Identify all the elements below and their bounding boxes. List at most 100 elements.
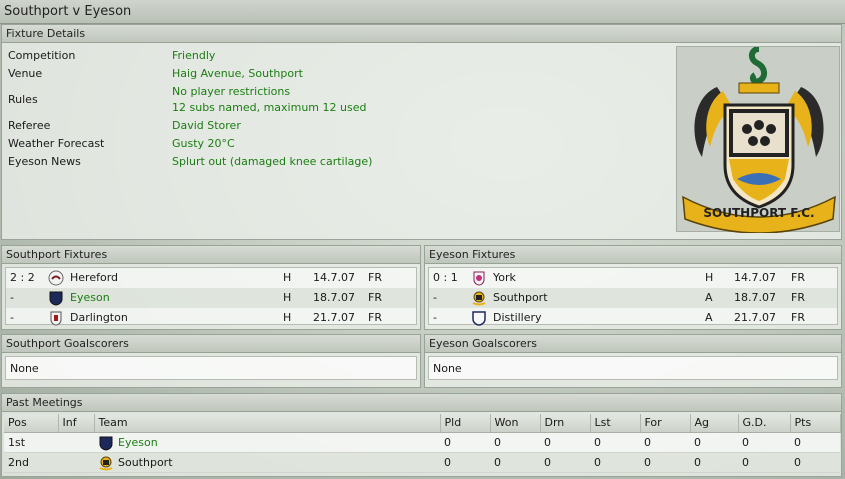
column-header-won[interactable]: Won: [490, 414, 541, 433]
fixture-team[interactable]: Hereford: [70, 271, 118, 284]
cell-team[interactable]: Eyeson: [94, 432, 440, 453]
southport-crest: SOUTHPORT F.C.: [676, 46, 840, 234]
eyeson-badge-icon: [99, 436, 113, 451]
distillery-badge-icon: [472, 311, 486, 326]
fixture-competition: FR: [368, 311, 382, 324]
column-header-inf[interactable]: Inf: [58, 414, 95, 433]
fixture-competition: FR: [368, 291, 382, 304]
column-header-for[interactable]: For: [640, 414, 691, 433]
column-header-pts[interactable]: Pts: [790, 414, 841, 433]
weather-value: Gusty 20°C: [172, 137, 235, 150]
york-badge-icon: [473, 271, 485, 286]
fixture-team[interactable]: Southport: [493, 291, 548, 304]
team-name[interactable]: Southport: [118, 456, 173, 469]
fixture-date: 18.7.07: [313, 291, 355, 304]
column-header-drn[interactable]: Drn: [540, 414, 591, 433]
list-item[interactable]: 0 : 1 York H 14.7.07 FR: [429, 268, 837, 288]
venue-value[interactable]: Haig Avenue, Southport: [172, 67, 303, 80]
southport-fixtures-header: Southport Fixtures: [2, 246, 420, 264]
list-item[interactable]: - Darlington H 21.7.07 FR: [6, 308, 416, 328]
cell-ag: 0: [690, 432, 738, 453]
fixture-competition: FR: [791, 271, 805, 284]
darlington-badge-icon: [50, 311, 62, 326]
fixture-score: -: [10, 291, 14, 304]
cell-drn: 0: [540, 432, 590, 453]
southport-fixtures-list: 2 : 2 Hereford H 14.7.07 FR - Eyeson H 1…: [5, 267, 417, 328]
cell-ag: 0: [690, 452, 738, 473]
column-header-gd[interactable]: G.D.: [738, 414, 791, 433]
cell-pos: 1st: [4, 432, 58, 453]
venue-label: Venue: [8, 67, 43, 80]
past-meetings-header: Past Meetings: [2, 394, 841, 412]
cell-drn: 0: [540, 452, 590, 473]
fixture-date: 14.7.07: [313, 271, 355, 284]
cell-gd: 0: [738, 432, 790, 453]
column-header-ag[interactable]: Ag: [690, 414, 739, 433]
southport-goalscorers-header: Southport Goalscorers: [2, 335, 420, 353]
fixture-score: 0 : 1: [433, 271, 458, 284]
competition-value[interactable]: Friendly: [172, 49, 215, 62]
cell-gd: 0: [738, 452, 790, 473]
fixture-team[interactable]: Darlington: [70, 311, 128, 324]
crest-ribbon-text: SOUTHPORT F.C.: [703, 206, 814, 220]
column-header-lst[interactable]: Lst: [590, 414, 641, 433]
cell-won: 0: [490, 432, 540, 453]
southport-goalscorers-panel: Southport Goalscorers None: [1, 334, 421, 388]
fixture-date: 21.7.07: [313, 311, 355, 324]
cell-pts: 0: [790, 432, 840, 453]
list-item[interactable]: - Southport A 18.7.07 FR: [429, 288, 837, 308]
fixture-competition: FR: [368, 271, 382, 284]
cell-lst: 0: [590, 432, 640, 453]
table-row[interactable]: 1st Eyeson 0 0 0 0 0 0 0 0: [4, 432, 840, 453]
column-header-pos[interactable]: Pos: [4, 414, 59, 433]
cell-inf: [58, 452, 94, 473]
fixture-venue: A: [705, 291, 713, 304]
column-header-pld[interactable]: Pld: [440, 414, 491, 433]
fixture-score: -: [10, 311, 14, 324]
column-header-team[interactable]: Team: [94, 414, 441, 433]
eyeson-goalscorers-header: Eyeson Goalscorers: [425, 335, 841, 353]
fixture-team[interactable]: York: [493, 271, 516, 284]
cell-pts: 0: [790, 452, 840, 473]
cell-inf: [58, 432, 94, 453]
fixture-team[interactable]: Distillery: [493, 311, 542, 324]
list-item[interactable]: - Distillery A 21.7.07 FR: [429, 308, 837, 328]
list-item[interactable]: 2 : 2 Hereford H 14.7.07 FR: [6, 268, 416, 288]
fixture-details-header: Fixture Details: [2, 25, 841, 43]
rules-value-1: No player restrictions: [172, 85, 291, 98]
eyeson-goalscorers-value: None: [428, 356, 838, 380]
cell-lst: 0: [590, 452, 640, 473]
southport-badge-icon: [99, 456, 113, 470]
fixture-date: 14.7.07: [734, 271, 776, 284]
fixture-score: -: [433, 291, 437, 304]
news-value[interactable]: Splurt out (damaged knee cartilage): [172, 155, 372, 168]
referee-label: Referee: [8, 119, 51, 132]
cell-for: 0: [640, 432, 690, 453]
list-item[interactable]: - Eyeson H 18.7.07 FR: [6, 288, 416, 308]
fixture-venue: H: [283, 271, 292, 284]
hereford-badge-icon: [48, 270, 64, 286]
rules-label: Rules: [8, 93, 38, 106]
competition-label: Competition: [8, 49, 76, 62]
fixture-team[interactable]: Eyeson: [70, 291, 110, 304]
cell-pld: 0: [440, 452, 490, 473]
eyeson-fixtures-list: 0 : 1 York H 14.7.07 FR - Southport A 18…: [428, 267, 838, 328]
fixture-venue: H: [283, 291, 292, 304]
referee-value[interactable]: David Storer: [172, 119, 241, 132]
cell-won: 0: [490, 452, 540, 473]
cell-for: 0: [640, 452, 690, 473]
eyeson-goalscorers-panel: Eyeson Goalscorers None: [424, 334, 842, 388]
fixture-venue: A: [705, 311, 713, 324]
eyeson-fixtures-panel: Eyeson Fixtures 0 : 1 York H 14.7.07 FR …: [424, 245, 842, 330]
southport-goalscorers-value: None: [5, 356, 417, 380]
table-row[interactable]: 2nd Southport 0 0 0 0 0 0 0 0: [4, 452, 840, 473]
team-name[interactable]: Eyeson: [118, 436, 158, 449]
cell-team[interactable]: Southport: [94, 452, 440, 473]
cell-pos: 2nd: [4, 452, 58, 473]
fixture-venue: H: [283, 311, 292, 324]
fixture-date: 18.7.07: [734, 291, 776, 304]
cell-pld: 0: [440, 432, 490, 453]
fixture-competition: FR: [791, 291, 805, 304]
fixture-score: 2 : 2: [10, 271, 35, 284]
fixture-score: -: [433, 311, 437, 324]
